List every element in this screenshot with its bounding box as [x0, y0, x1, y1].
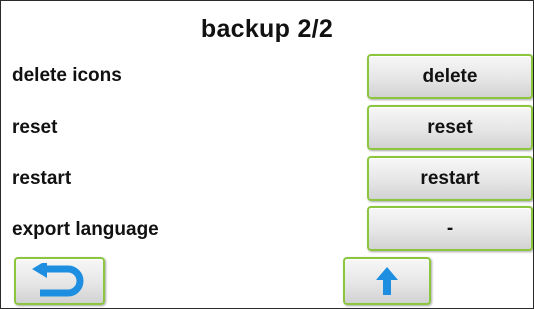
back-button[interactable]	[14, 257, 105, 305]
up-button[interactable]	[343, 257, 431, 305]
row-label-reset: reset	[12, 117, 58, 138]
backup-settings-screen: backup 2/2 delete icons delete reset res…	[0, 0, 534, 309]
delete-button[interactable]: delete	[367, 54, 533, 99]
arrow-up-icon	[375, 266, 399, 296]
row-label-export-language: export language	[12, 219, 159, 240]
restart-button[interactable]: restart	[367, 156, 533, 201]
reset-button[interactable]: reset	[367, 105, 533, 150]
return-arrow-icon	[30, 263, 90, 299]
export-language-button[interactable]: -	[367, 206, 533, 251]
page-title: backup 2/2	[200, 15, 334, 43]
row-label-restart: restart	[12, 168, 72, 189]
row-label-delete-icons: delete icons	[12, 65, 122, 86]
